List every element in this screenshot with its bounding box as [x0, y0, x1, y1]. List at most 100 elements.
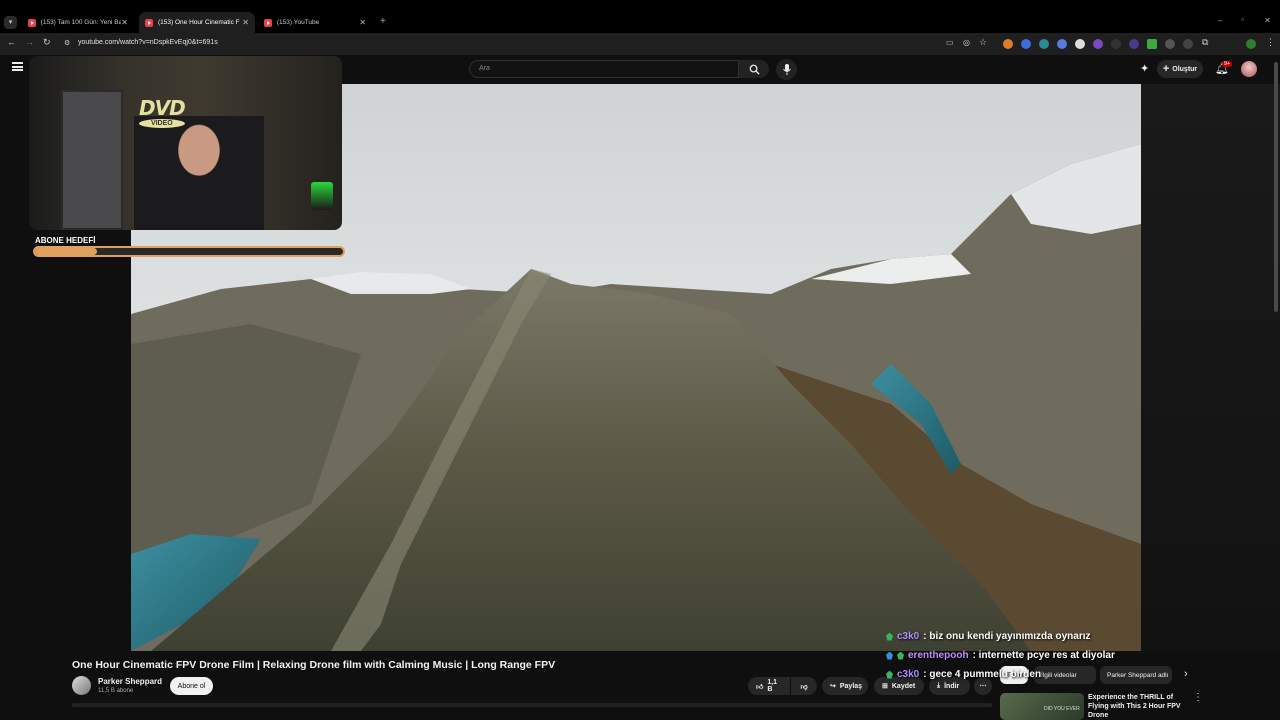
webcam-streamer: [134, 116, 264, 230]
subscriber-goal-fill: [35, 248, 97, 255]
chat-text: : biz onu kendi yayınımızda oynarız: [923, 631, 1091, 642]
subscriber-goal-label: ABONE HEDEFİ: [35, 236, 96, 245]
chat-user: c3k0: [897, 669, 920, 680]
chips-next-chevron-icon[interactable]: ›: [1184, 668, 1188, 680]
extension-icon[interactable]: [1165, 39, 1175, 49]
recommended-video-title[interactable]: Experience the THRILL of Flying with Thi…: [1088, 693, 1188, 720]
webcam-rgb-device: [311, 182, 333, 210]
back-arrow-icon[interactable]: ←: [7, 37, 16, 47]
extension-icon[interactable]: [1003, 39, 1013, 49]
reload-icon[interactable]: ↻: [43, 37, 51, 48]
streamer-webcam: DVD VIDEO: [29, 56, 342, 230]
tab-search-button[interactable]: ▾: [4, 16, 17, 29]
extension-icon[interactable]: [1021, 39, 1031, 49]
dvd-logo: DVD VIDEO: [139, 96, 186, 128]
chat-message: c3k0 : biz onu kendi yayınımızda oynarız: [886, 631, 1091, 642]
search-input[interactable]: Ara: [469, 60, 739, 78]
chat-text: : gece 4 pummelu birden: [923, 669, 1042, 680]
tab-2-close-icon[interactable]: ✕: [242, 18, 249, 27]
user-avatar[interactable]: [1241, 61, 1257, 77]
chat-badge-icon: [886, 670, 893, 679]
url-field[interactable]: youtube.com/watch?v=nDspkEvEqj0&t=691s: [78, 39, 218, 46]
thumbs-up-icon: 👍︎: [756, 683, 764, 691]
forward-arrow-icon[interactable]: →: [25, 37, 34, 47]
profile-avatar-icon[interactable]: [1246, 39, 1256, 49]
site-info-icon[interactable]: ⚙: [64, 39, 70, 47]
browser-menu-icon[interactable]: ⋮: [1266, 37, 1275, 48]
download-icon: ⤓: [937, 682, 941, 689]
create-label: Oluştur: [1172, 65, 1198, 73]
thumbs-down-icon: 👎︎: [800, 683, 808, 691]
recommended-video-thumbnail[interactable]: DID YOU EVER: [1000, 693, 1084, 720]
youtube-favicon-icon: [28, 18, 36, 27]
tab-3-label: (153) YouTube: [276, 19, 320, 26]
hamburger-menu-icon[interactable]: [12, 62, 23, 71]
browser-tab-strip: ▾ (153) Tam 100 Gün: Yeni Başlay ✕ (153)…: [0, 0, 1280, 33]
share-button[interactable]: ↪ Paylaş: [822, 677, 868, 695]
chat-message: erenthepooh : internette pcye res at diy…: [886, 650, 1115, 661]
dvd-logo-text: DVD: [139, 96, 186, 120]
address-bar-row: ← → ↻ ⚙ youtube.com/watch?v=nDspkEvEqj0&…: [0, 33, 1280, 55]
extension-icon[interactable]: [1147, 39, 1157, 49]
webcam-door: [61, 90, 123, 230]
plus-icon: +: [1162, 63, 1170, 75]
share-icon: ↪: [830, 683, 836, 690]
video-side-backdrop: [1141, 84, 1280, 651]
dislike-button[interactable]: 👎︎: [791, 677, 817, 695]
download-label: İndir: [944, 682, 960, 690]
like-button[interactable]: 👍︎ 1,1 B: [748, 677, 790, 695]
subscribe-button[interactable]: Abone ol: [170, 677, 213, 695]
tab-2-label: (153) One Hour Cinematic FPV: [158, 19, 240, 26]
video-title: One Hour Cinematic FPV Drone Film | Rela…: [72, 659, 556, 671]
notifications-badge: 9+: [1222, 61, 1233, 67]
ai-sparkle-icon[interactable]: ✦: [1140, 62, 1149, 75]
cast-icon[interactable]: ▭: [946, 38, 954, 47]
search-icon: [749, 64, 760, 75]
chat-badge-icon: [897, 651, 904, 660]
maximize-button[interactable]: ▫: [1241, 15, 1244, 24]
minimize-button[interactable]: –: [1218, 16, 1222, 25]
extension-icon[interactable]: [1129, 39, 1139, 49]
save-playlist-icon: ⊞: [882, 683, 888, 690]
thumbnail-caption: DID YOU EVER: [1044, 706, 1080, 712]
chat-badge-icon: [886, 651, 893, 660]
chat-text: : internette pcye res at diyolar: [972, 650, 1115, 661]
page-scrollbar[interactable]: [1274, 62, 1278, 312]
subscriber-stream-divider: [72, 703, 992, 707]
tab-2[interactable]: (153) One Hour Cinematic FPV ✕: [139, 12, 255, 33]
extension-icon[interactable]: [1039, 39, 1049, 49]
extension-icon[interactable]: [1111, 39, 1121, 49]
create-button[interactable]: + Oluştur: [1157, 60, 1203, 78]
recommended-video-menu-icon[interactable]: ⋮: [1193, 692, 1203, 703]
chat-message: c3k0 : gece 4 pummelu birden: [886, 669, 1041, 680]
bookmark-star-icon[interactable]: ☆: [979, 37, 987, 48]
microphone-icon: [782, 64, 791, 75]
search-button[interactable]: [739, 60, 769, 78]
extensions-puzzle-icon[interactable]: ⧉: [1202, 37, 1208, 48]
channel-subscriber-count: 11,5 B abone: [98, 688, 134, 694]
chip-related[interactable]: İlgili videolar: [1034, 666, 1096, 684]
youtube-favicon-icon: [145, 18, 153, 27]
chat-badge-icon: [886, 632, 893, 641]
voice-search-button[interactable]: [776, 59, 797, 80]
chip-channel[interactable]: Parker Sheppard adlı: [1100, 666, 1172, 684]
new-tab-button[interactable]: +: [380, 16, 386, 27]
like-count: 1,1 B: [767, 679, 778, 693]
tab-1-close-icon[interactable]: ✕: [121, 18, 128, 27]
extension-icon[interactable]: [1183, 39, 1193, 49]
chat-user: c3k0: [897, 631, 920, 642]
tab-3[interactable]: (153) YouTube ✕: [258, 14, 372, 31]
extension-icon[interactable]: [1093, 39, 1103, 49]
tab-1-label: (153) Tam 100 Gün: Yeni Başlay: [40, 19, 122, 26]
extension-icon[interactable]: [1075, 39, 1085, 49]
tab-3-close-icon[interactable]: ✕: [359, 18, 366, 27]
channel-avatar[interactable]: [72, 676, 91, 695]
tab-1[interactable]: (153) Tam 100 Gün: Yeni Başlay ✕: [22, 14, 134, 31]
eye-off-icon[interactable]: ◎: [963, 38, 970, 47]
save-label: Kaydet: [891, 682, 916, 690]
channel-name[interactable]: Parker Sheppard: [98, 677, 162, 686]
share-label: Paylaş: [839, 682, 863, 690]
extension-icon[interactable]: [1057, 39, 1067, 49]
chat-user: erenthepooh: [908, 650, 969, 661]
close-window-button[interactable]: ✕: [1264, 16, 1271, 25]
